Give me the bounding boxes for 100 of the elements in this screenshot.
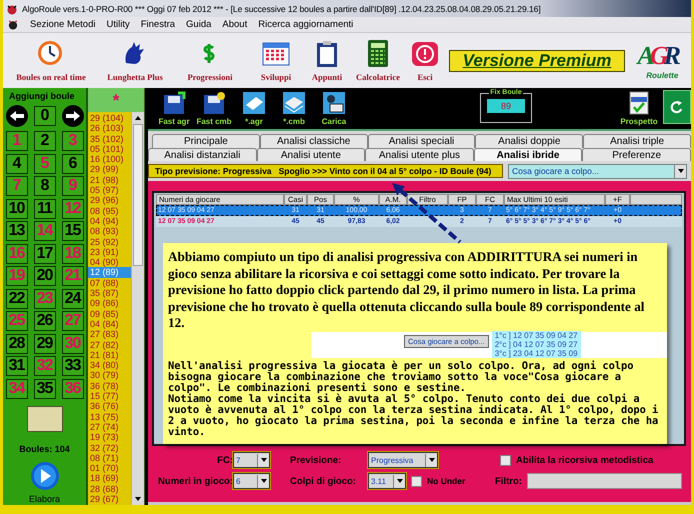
tab[interactable]: Preferenze	[582, 148, 691, 162]
list-item[interactable]: 04 (94)	[88, 216, 131, 226]
tab[interactable]: Analisi classiche	[260, 134, 368, 148]
number-cell[interactable]: 24	[62, 288, 84, 308]
tab[interactable]: Analisi triple	[583, 134, 691, 148]
list-item[interactable]: 29 (104)	[88, 113, 131, 124]
list-item[interactable]: 09 (85)	[88, 308, 131, 319]
toolbar-button[interactable]: Calcolatrice	[349, 39, 407, 82]
list-item[interactable]: 35 (87)	[88, 288, 131, 298]
number-cell[interactable]: 17	[34, 244, 56, 264]
menu-item[interactable]: Ricerca aggiornamenti	[258, 19, 354, 30]
select-field[interactable]: 6	[233, 473, 270, 489]
list-item[interactable]: 12 (89)	[88, 267, 131, 278]
menu-item[interactable]: Utility	[106, 19, 130, 30]
list-item[interactable]: 2°c ] 04 12 07 35 09 27	[494, 340, 578, 349]
number-cell[interactable]: 11	[34, 198, 56, 218]
list-item[interactable]: 08 (93)	[88, 226, 131, 237]
list-item[interactable]: 26 (103)	[88, 123, 131, 134]
arrow-button[interactable]	[6, 105, 28, 127]
list-item[interactable]: 08 (71)	[88, 452, 131, 464]
list-item[interactable]: 04 (84)	[88, 318, 131, 330]
number-cell[interactable]: 0	[34, 106, 56, 126]
number-cell[interactable]: 28	[6, 334, 28, 354]
number-cell[interactable]: 26	[34, 311, 56, 331]
tab[interactable]: Analisi distanziali	[148, 148, 257, 162]
toolbar-button[interactable]: Progressioni	[173, 39, 247, 82]
select-field[interactable]: 3.11	[368, 473, 406, 489]
number-cell[interactable]: 33	[62, 356, 84, 376]
list-item[interactable]: 09 (86)	[88, 298, 131, 309]
list-item[interactable]: 36 (76)	[88, 401, 131, 412]
toolbar-button[interactable]: Lunghetta Plus	[97, 39, 173, 82]
refresh-button[interactable]	[663, 90, 691, 124]
list-item[interactable]: 27 (83)	[88, 329, 131, 340]
number-cell[interactable]: 10	[6, 198, 28, 218]
number-cell[interactable]: 2	[34, 131, 56, 151]
list-item[interactable]: 21 (81)	[88, 350, 131, 360]
toolbar-button[interactable]: Boules on real time	[5, 39, 97, 82]
list-item[interactable]: 1°c ] 12 07 35 09 04 27	[494, 331, 578, 340]
list-item[interactable]: 36 (78)	[88, 380, 131, 392]
list-item[interactable]: 19 (73)	[88, 432, 131, 442]
action-button[interactable]: Fast cmb	[194, 91, 234, 126]
tab[interactable]: Principale	[152, 134, 260, 148]
list-item[interactable]: 21 (98)	[88, 174, 131, 186]
list-item[interactable]: 18 (69)	[88, 473, 131, 484]
list-item[interactable]: 29 (96)	[88, 195, 131, 206]
tab[interactable]: Analisi doppie	[475, 134, 584, 148]
list-item[interactable]: 34 (80)	[88, 360, 131, 370]
action-button[interactable]: Fast agr	[154, 91, 194, 126]
arrow-button[interactable]	[62, 105, 84, 127]
number-cell[interactable]: 8	[34, 176, 56, 196]
number-cell[interactable]: 6	[62, 154, 84, 174]
action-button[interactable]: Carica	[314, 91, 354, 126]
toolbar-button[interactable]: Appunti	[305, 39, 349, 82]
filter-field[interactable]	[526, 473, 682, 489]
action-button[interactable]: *.cmb	[274, 91, 314, 126]
tab[interactable]: Analisi utente plus	[365, 148, 474, 162]
menu-item[interactable]: Sezione Metodi	[30, 19, 96, 30]
list-item[interactable]: 07 (88)	[88, 278, 131, 288]
dropdown[interactable]: Cosa giocare a colpo...	[508, 164, 687, 178]
number-cell[interactable]: 22	[6, 288, 28, 308]
list-item[interactable]: 28 (68)	[88, 484, 131, 494]
number-cell[interactable]: 15	[62, 221, 84, 241]
list-item[interactable]: 16 (100)	[88, 154, 131, 164]
list-item[interactable]: 29 (67)	[88, 494, 131, 504]
tab[interactable]: Analisi ibride	[474, 148, 582, 162]
number-cell[interactable]: 29	[34, 334, 56, 354]
checkbox-label[interactable]: No Under	[427, 476, 466, 486]
run-button[interactable]: Elabora	[28, 460, 60, 504]
select-field[interactable]: Progressiva	[368, 452, 438, 468]
menu-item[interactable]: About	[222, 19, 248, 30]
tab[interactable]: Analisi speciali	[368, 134, 476, 148]
checkbox[interactable]	[411, 476, 422, 486]
list-item[interactable]: 08 (95)	[88, 206, 131, 216]
number-cell[interactable]: 35	[34, 378, 56, 398]
list-item[interactable]: 23 (91)	[88, 246, 131, 258]
list-item[interactable]: 05 (97)	[88, 185, 131, 196]
number-cell[interactable]: 20	[34, 266, 56, 286]
number-cell[interactable]: 31	[6, 356, 28, 376]
list-item[interactable]: 30 (79)	[88, 370, 131, 381]
list-item[interactable]: 05 (101)	[88, 144, 131, 154]
select-field[interactable]: 7	[233, 452, 270, 468]
list-item[interactable]: 04 (90)	[88, 257, 131, 268]
toolbar-button[interactable]: Esci	[407, 39, 443, 82]
number-cell[interactable]: 13	[6, 221, 28, 241]
menu-item[interactable]: Guida	[186, 19, 212, 30]
list-item[interactable]: 01 (70)	[88, 463, 131, 474]
list-item[interactable]: 35 (102)	[88, 134, 131, 144]
toolbar-button[interactable]: Sviluppi	[247, 39, 305, 82]
list-item[interactable]: 13 (75)	[88, 412, 131, 422]
list-item[interactable]: 29 (99)	[88, 164, 131, 175]
checkbox[interactable]	[500, 454, 511, 466]
list-item[interactable]: 27 (74)	[88, 422, 131, 432]
list-item[interactable]: 25 (92)	[88, 236, 131, 247]
checkbox-label[interactable]: Abilita la ricorsiva metodistica	[516, 454, 654, 466]
report-button[interactable]: Prospetto	[619, 91, 659, 126]
list-item[interactable]: 15 (77)	[88, 391, 131, 402]
menu-item[interactable]: Finestra	[140, 19, 176, 30]
list-item[interactable]: 3°c ] 23 04 12 07 35 09	[494, 349, 578, 358]
action-button[interactable]: *.agr	[234, 91, 274, 126]
fix-boule-field[interactable]: 89	[487, 99, 525, 113]
